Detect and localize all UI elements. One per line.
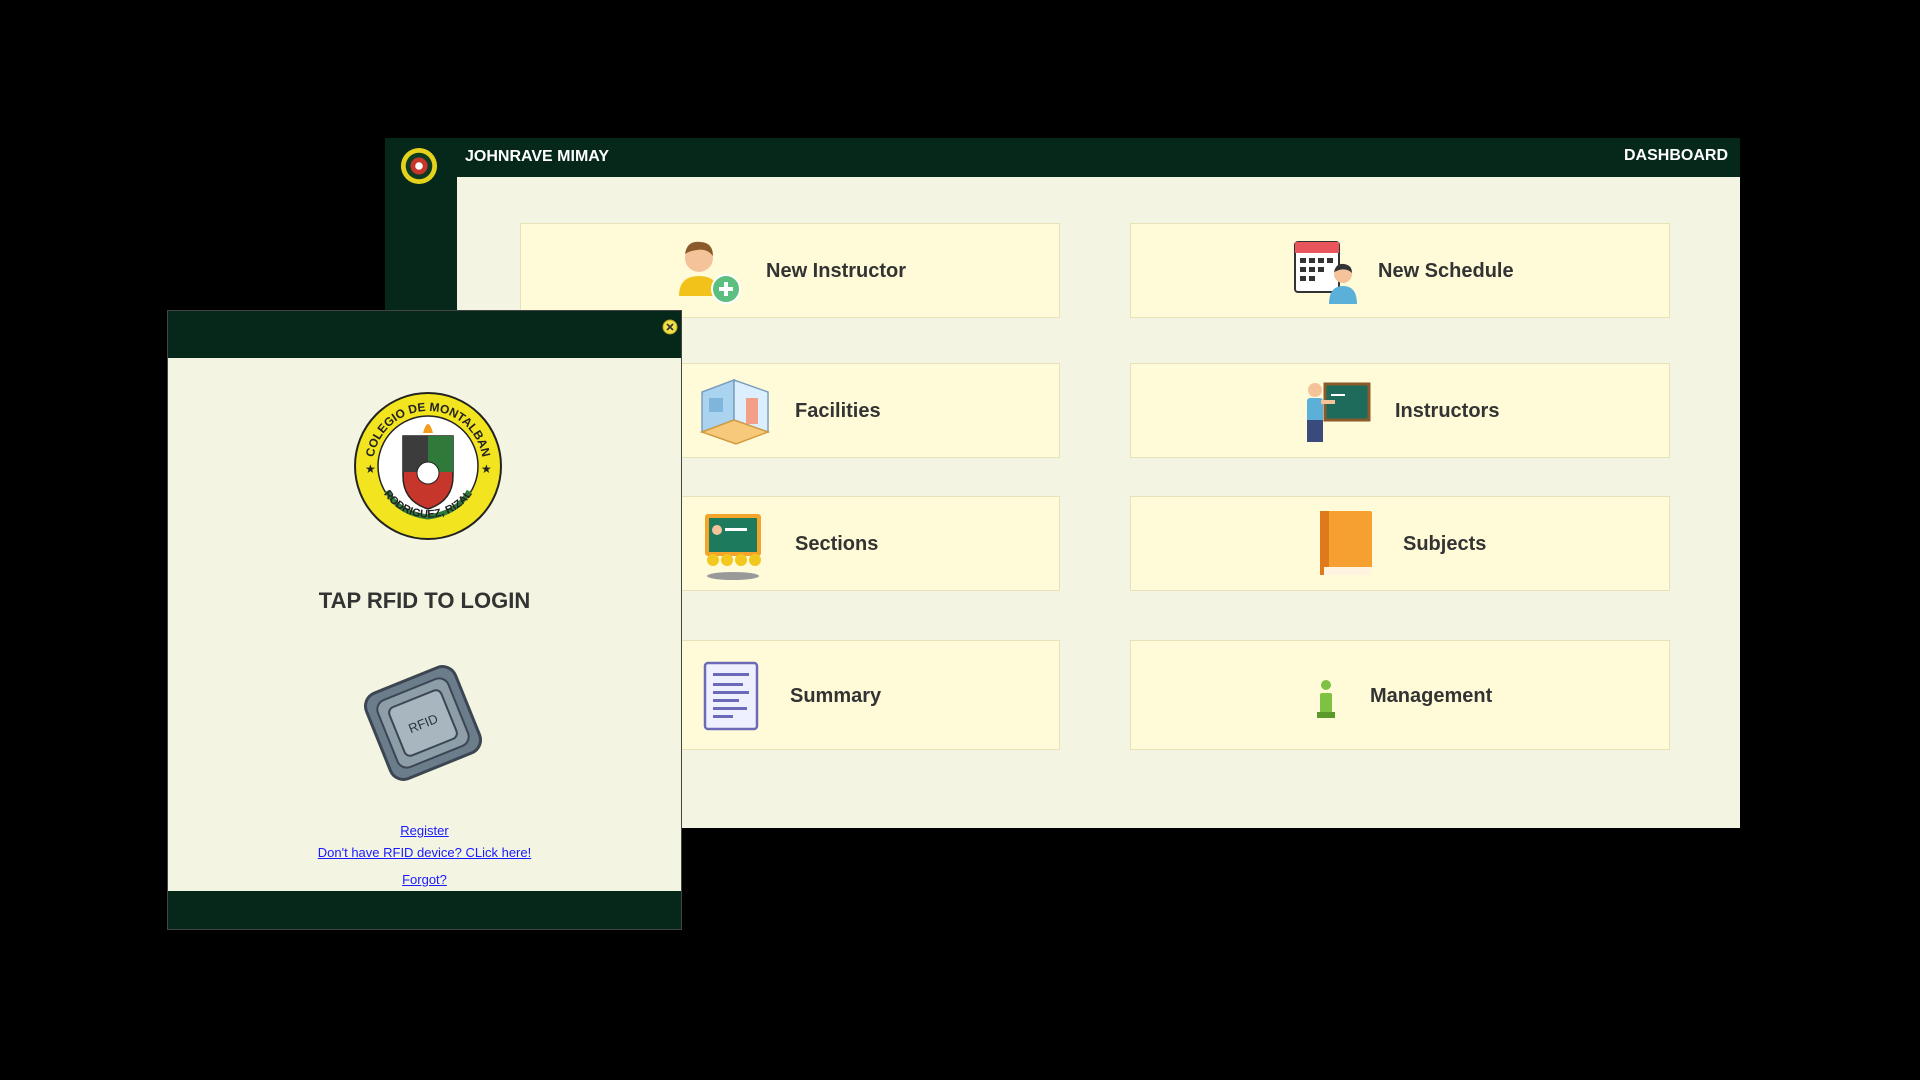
instructors-card[interactable]: Instructors: [1130, 363, 1670, 458]
login-titlebar: [168, 311, 681, 358]
card-label: Sections: [795, 533, 879, 555]
register-link[interactable]: Register: [168, 823, 681, 838]
card-label: New Instructor: [766, 260, 907, 282]
sections-icon: [705, 514, 761, 580]
subjects-card[interactable]: Subjects: [1130, 496, 1670, 591]
new-instructor-card[interactable]: New Instructor: [520, 223, 1060, 318]
dashboard-title: DASHBOARD: [1624, 147, 1728, 164]
user-name: JOHNRAVE MIMAY: [465, 148, 610, 165]
rfid-chip-icon: RFID: [363, 665, 483, 781]
card-label: Summary: [790, 685, 882, 707]
summary-icon: [703, 661, 759, 731]
svg-text:★: ★: [481, 462, 492, 476]
facilities-icon: [699, 378, 771, 445]
card-label: Instructors: [1395, 400, 1500, 422]
card-label: New Schedule: [1378, 260, 1514, 282]
management-icon: [1317, 680, 1335, 718]
no-rfid-device-link[interactable]: Don't have RFID device? CLick here!: [168, 845, 681, 860]
login-footer-bar: [168, 891, 681, 929]
card-label: Management: [1370, 685, 1493, 707]
school-logo-icon: [400, 147, 438, 185]
card-label: Facilities: [795, 400, 881, 422]
login-heading: TAP RFID TO LOGIN: [318, 588, 531, 613]
instructors-icon: [1307, 382, 1371, 442]
login-window: ★ ★ COLEGIO DE MONTALBAN RODRIGUEZ, RIZA…: [167, 310, 682, 930]
new-schedule-card[interactable]: New Schedule: [1130, 223, 1670, 318]
school-seal-icon: ★ ★ COLEGIO DE MONTALBAN RODRIGUEZ, RIZA…: [354, 392, 502, 540]
card-label: Subjects: [1403, 533, 1487, 555]
subjects-icon: [1320, 511, 1372, 575]
new-instructor-icon: [679, 241, 741, 304]
svg-text:★: ★: [365, 462, 376, 476]
forgot-link[interactable]: Forgot?: [168, 872, 681, 887]
new-schedule-icon: [1294, 241, 1357, 304]
management-card[interactable]: Management: [1130, 640, 1670, 750]
close-icon[interactable]: [662, 319, 678, 335]
